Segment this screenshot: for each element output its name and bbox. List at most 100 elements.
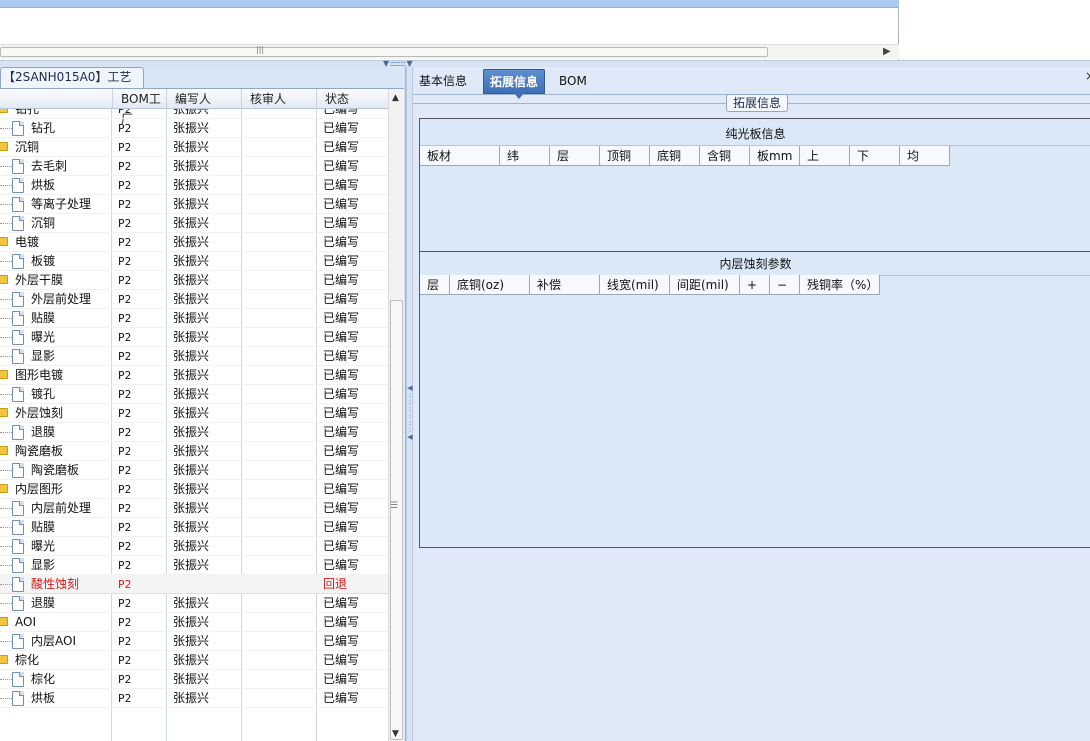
table-row[interactable]: 退膜 P2 张振兴 已编写 [0, 594, 388, 613]
reviewer-name [248, 385, 314, 404]
writer-name: 张振兴 [173, 109, 210, 116]
scroll-up-arrow-icon[interactable]: ▲ [392, 93, 399, 103]
table-row[interactable]: 显影 P2 张振兴 已编写 [0, 347, 388, 366]
table-row[interactable]: 内层前处理 P2 张振兴 已编写 [0, 499, 388, 518]
table-row[interactable]: 沉铜 P2 张振兴 已编写 [0, 138, 388, 157]
reviewer-name [248, 518, 314, 537]
table-row[interactable]: 去毛刺 P2 张振兴 已编写 [0, 157, 388, 176]
inner-etch-column-header[interactable]: 补偿 [530, 275, 600, 295]
bare-board-column-header[interactable]: 上 [800, 146, 850, 166]
step-name: 镀孔 [31, 387, 56, 401]
scroll-down-arrow-icon[interactable]: ▼ [392, 729, 399, 739]
table-row[interactable]: 外层干膜 P2 张振兴 已编写 [0, 271, 388, 290]
reviewer-name [248, 670, 314, 689]
folder-icon [0, 446, 8, 455]
table-row[interactable]: 烘板 P2 张振兴 已编写 [0, 689, 388, 708]
table-row[interactable]: 贴膜 P2 张振兴 已编写 [0, 518, 388, 537]
folder-icon [0, 275, 8, 284]
table-row[interactable]: 板镀 P2 张振兴 已编写 [0, 252, 388, 271]
process-flow-tab[interactable]: 【2SANH015A0】工艺流程 [0, 67, 144, 103]
bom-factory: P2 [118, 578, 132, 591]
table-row[interactable]: 沉铜 P2 张振兴 已编写 [0, 214, 388, 233]
table-row[interactable]: 镀孔 P2 张振兴 已编写 [0, 385, 388, 404]
bare-board-column-header[interactable]: 层 [550, 146, 600, 166]
reviewer-name [248, 442, 314, 461]
table-row[interactable]: 等离子处理 P2 张振兴 已编写 [0, 195, 388, 214]
vertical-splitter[interactable]: ◀:::::: ◀ [406, 67, 413, 741]
writer-name: 张振兴 [173, 596, 210, 610]
column-header-bom[interactable]: BOM工厂 [112, 89, 166, 126]
table-row[interactable]: 陶瓷磨板 P2 张振兴 已编写 [0, 461, 388, 480]
table-row[interactable]: AOI P2 张振兴 已编写 [0, 613, 388, 632]
tree-connector [0, 603, 12, 604]
bom-factory: P2 [118, 109, 132, 116]
table-row[interactable]: 陶瓷磨板 P2 张振兴 已编写 [0, 442, 388, 461]
step-name: 棕化 [15, 653, 40, 667]
bare-board-column-header[interactable]: 下 [850, 146, 900, 166]
inner-etch-column-header[interactable]: 间距(mil) [670, 275, 740, 295]
table-row[interactable]: 钻孔 P2 张振兴 已编写 [0, 119, 388, 138]
tab-bom[interactable]: BOM [553, 69, 593, 94]
bare-board-column-header[interactable]: 底铜 [650, 146, 700, 166]
horizontal-scrollbar[interactable]: ||| ▶ [0, 44, 899, 59]
table-row[interactable]: 外层前处理 P2 张振兴 已编写 [0, 290, 388, 309]
step-name: 沉铜 [15, 140, 40, 154]
writer-name: 张振兴 [173, 368, 210, 382]
table-row[interactable]: 曝光 P2 张振兴 已编写 [0, 537, 388, 556]
bare-board-column-header[interactable]: 板材 [420, 146, 500, 166]
file-icon [12, 558, 24, 573]
table-row[interactable]: 显影 P2 张振兴 已编写 [0, 556, 388, 575]
bare-board-column-header[interactable]: 均 [900, 146, 950, 166]
column-header-reviewer[interactable]: 核审人 [241, 89, 316, 109]
step-name: 外层干膜 [15, 273, 64, 287]
tab-basic-info[interactable]: 基本信息 [413, 69, 473, 94]
inner-etch-column-header[interactable]: 残铜率（%） [800, 275, 880, 295]
bare-board-column-header[interactable]: 顶铜 [600, 146, 650, 166]
reviewer-name [248, 347, 314, 366]
scroll-grip-icon: ☰ [390, 501, 399, 511]
bare-board-column-header[interactable]: 纬 [500, 146, 550, 166]
reviewer-name [248, 537, 314, 556]
inner-etch-column-header[interactable]: + [740, 275, 770, 295]
bom-factory: P2 [118, 369, 132, 382]
inner-etch-table-header: 层底铜(oz) 补偿 线宽(mil) 间距(mil) + − 残铜率（%） [420, 275, 880, 295]
bare-board-column-header[interactable]: 板mm [750, 146, 800, 166]
table-row[interactable]: 内层AOI P2 张振兴 已编写 [0, 632, 388, 651]
table-row[interactable]: 内层图形 P2 张振兴 已编写 [0, 480, 388, 499]
column-header-writer[interactable]: 编写人 [166, 89, 241, 109]
top-selected-row[interactable] [0, 0, 899, 8]
status-text: 已编写 [323, 425, 360, 439]
inner-etch-column-header[interactable]: 底铜(oz) [450, 275, 530, 295]
inner-etch-column-header[interactable]: − [770, 275, 800, 295]
table-row[interactable]: 钻孔 P2 张振兴 已编写 [0, 109, 388, 119]
table-row[interactable]: 贴膜 P2 张振兴 已编写 [0, 309, 388, 328]
file-icon [12, 178, 24, 193]
close-icon[interactable]: × [1085, 69, 1090, 83]
vertical-scroll-thumb[interactable] [390, 300, 403, 740]
step-name: 钻孔 [31, 121, 56, 135]
table-row[interactable]: 图形电镀 P2 张振兴 已编写 [0, 366, 388, 385]
table-row[interactable]: 棕化 P2 张振兴 已编写 [0, 651, 388, 670]
vertical-scrollbar[interactable]: ▲ ☰ ▼ [388, 89, 404, 741]
bare-board-column-header[interactable]: 含铜 [700, 146, 750, 166]
table-row[interactable]: 曝光 P2 张振兴 已编写 [0, 328, 388, 347]
reviewer-name [248, 176, 314, 195]
table-row[interactable]: 外层蚀刻 P2 张振兴 已编写 [0, 404, 388, 423]
scroll-right-arrow-icon[interactable]: ▶ [883, 46, 891, 57]
table-row[interactable]: 电镀 P2 张振兴 已编写 [0, 233, 388, 252]
writer-name: 张振兴 [173, 311, 210, 325]
table-row[interactable]: 棕化 P2 张振兴 已编写 [0, 670, 388, 689]
writer-name: 张振兴 [173, 444, 210, 458]
table-row[interactable]: 退膜 P2 张振兴 已编写 [0, 423, 388, 442]
writer-name: 张振兴 [173, 501, 210, 515]
folder-icon [0, 142, 8, 151]
column-header-status[interactable]: 状态 [316, 89, 388, 109]
table-row[interactable]: 烘板 P2 张振兴 已编写 [0, 176, 388, 195]
horizontal-splitter[interactable]: ▼ ::::::::: ▼ [0, 60, 1090, 68]
horizontal-scroll-thumb[interactable] [0, 47, 768, 57]
table-row[interactable]: 酸性蚀刻 P2 回退 [0, 575, 388, 594]
tree-connector [0, 318, 12, 319]
inner-etch-column-header[interactable]: 线宽(mil) [600, 275, 670, 295]
tab-extended-info[interactable]: 拓展信息 [483, 69, 546, 99]
inner-etch-column-header[interactable]: 层 [420, 275, 450, 295]
